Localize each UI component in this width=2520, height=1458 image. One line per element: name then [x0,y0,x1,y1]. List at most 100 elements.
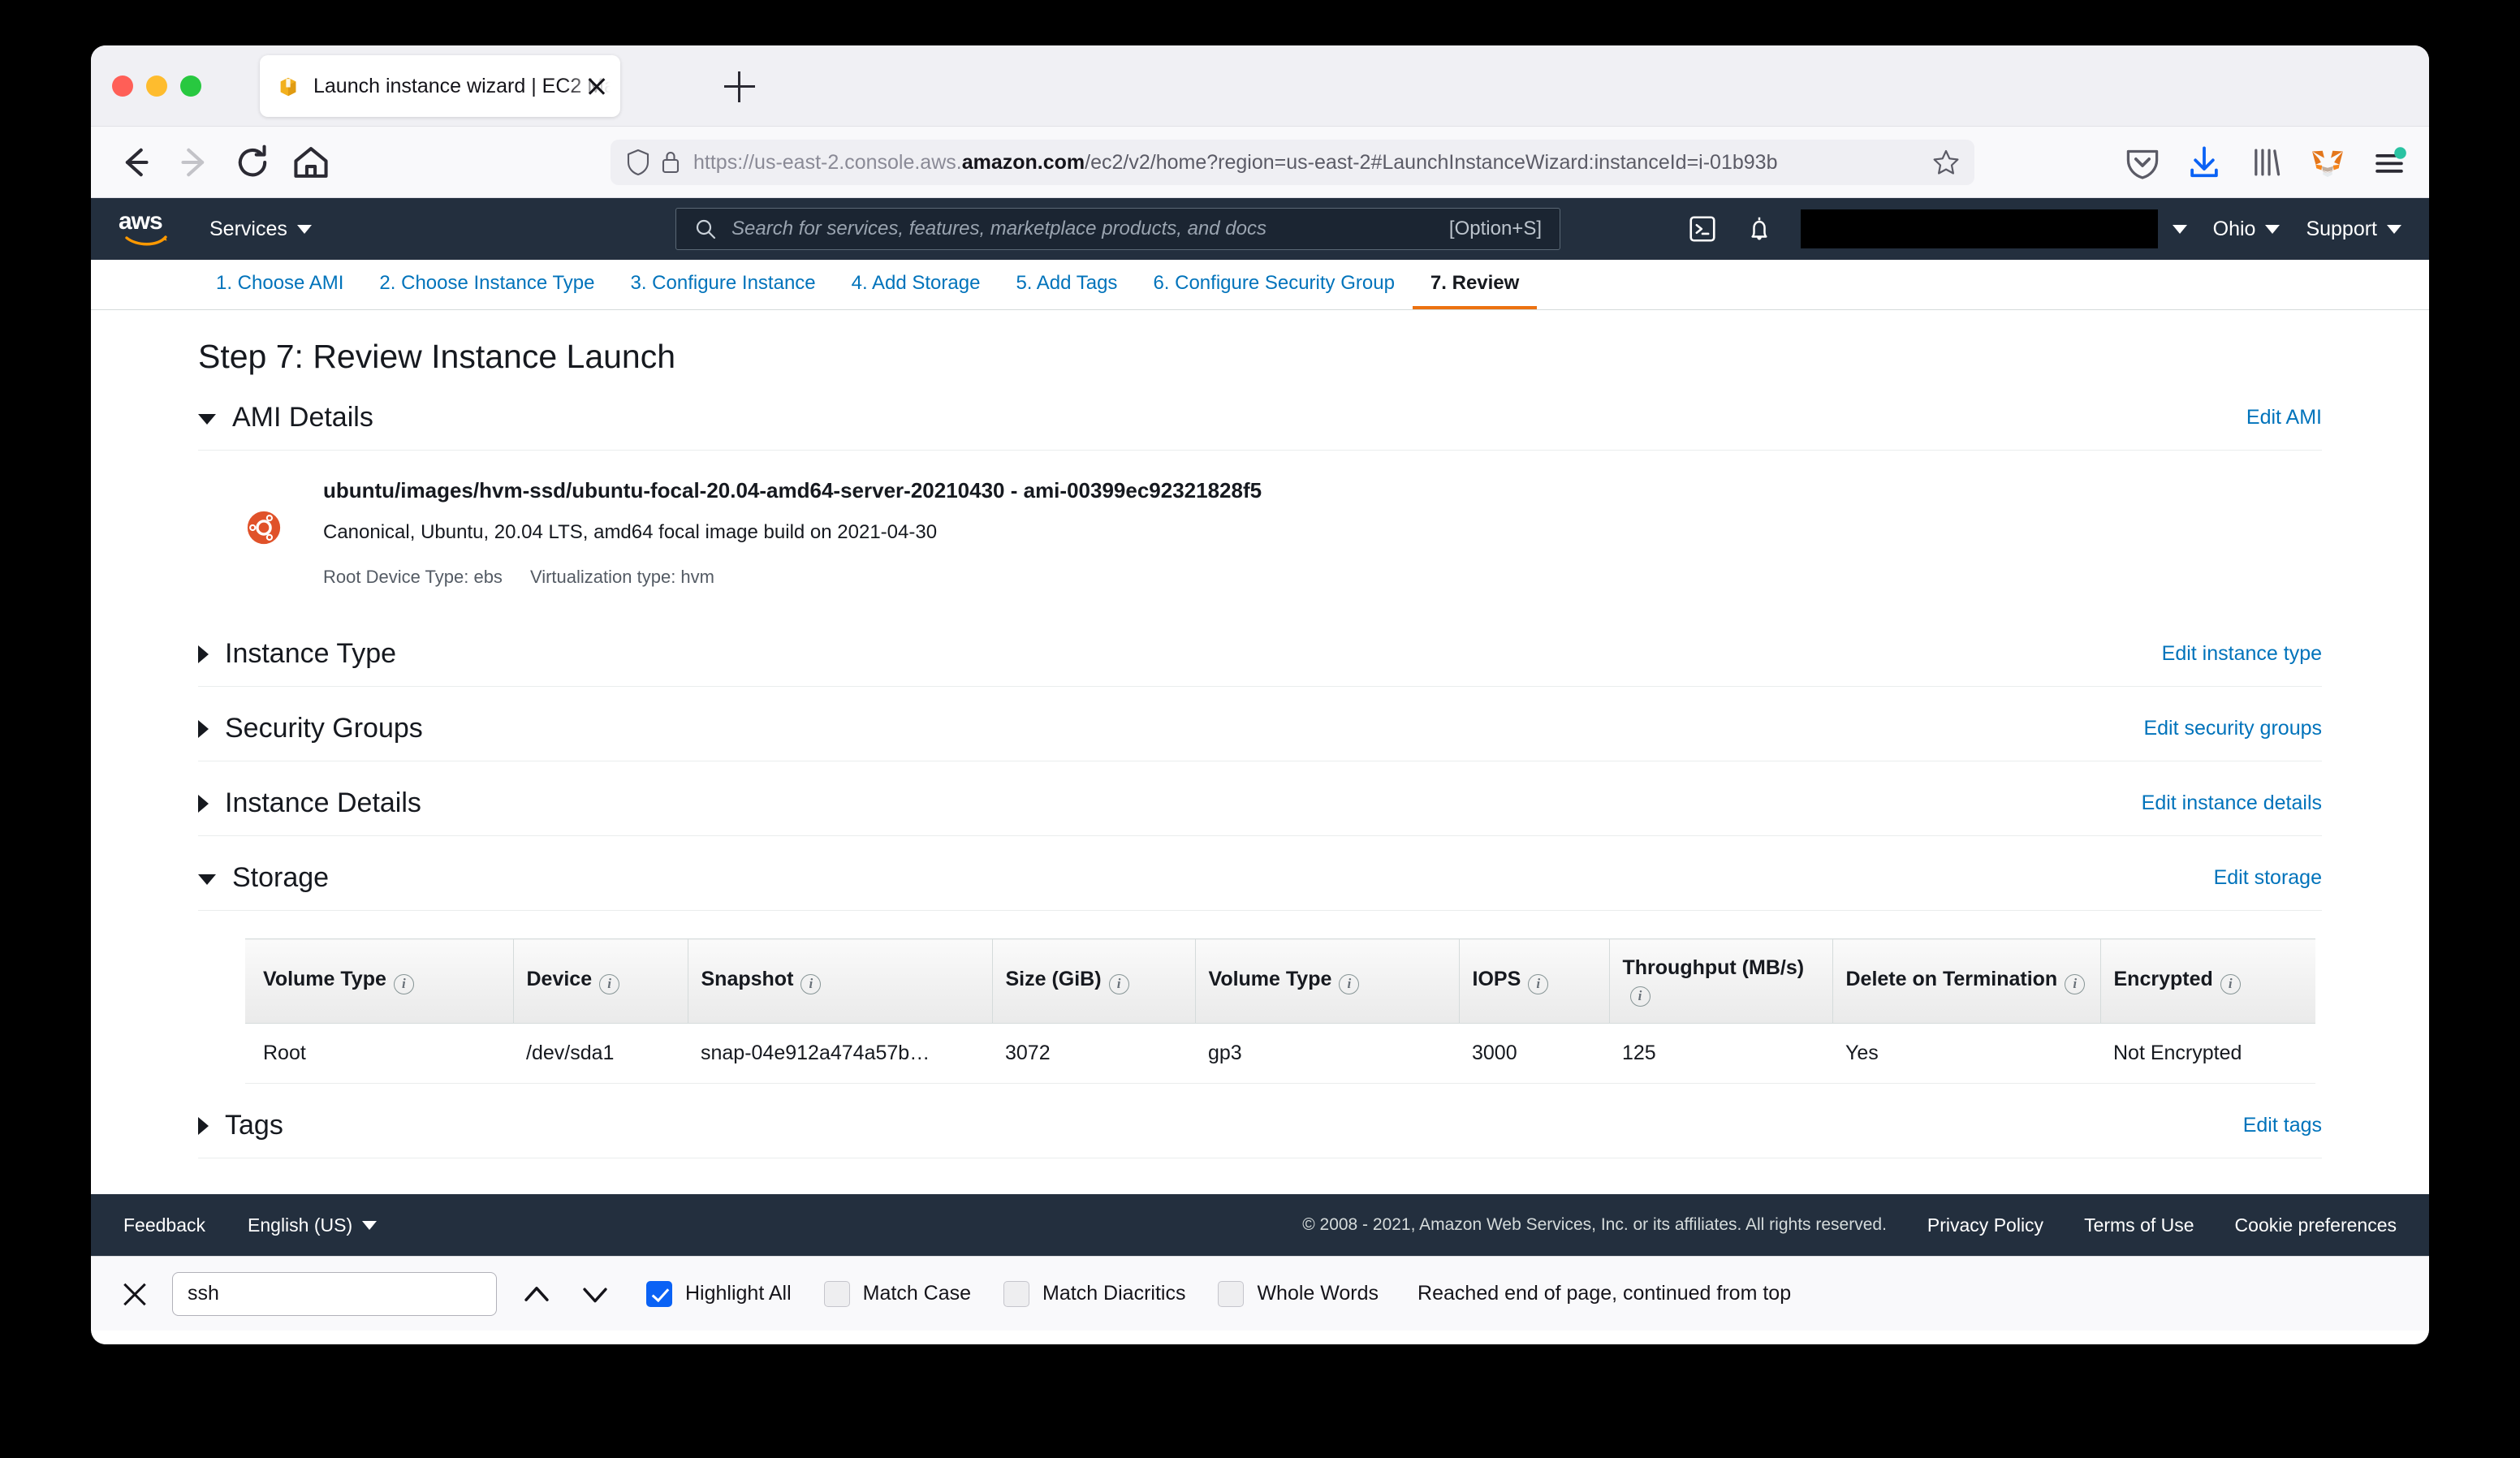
support-menu[interactable]: Support [2306,218,2401,241]
highlight-all-option[interactable]: Highlight All [646,1280,792,1307]
col-size[interactable]: Size (GiB) i [991,938,1195,1024]
wizard-step-1[interactable]: 1. Choose AMI [198,272,361,309]
info-icon[interactable]: i [1629,986,1651,1007]
window-maximize-button[interactable] [180,75,201,97]
section-header-instance-details[interactable]: Instance Details Edit instance details [198,771,2322,836]
section-header-tags[interactable]: Tags Edit tags [198,1094,2322,1158]
edit-storage-link[interactable]: Edit storage [2214,866,2322,890]
info-icon[interactable]: i [1339,974,1360,994]
address-bar[interactable]: https://us-east-2.console.aws.amazon.com… [611,140,1974,185]
match-case-option[interactable]: Match Case [823,1280,971,1307]
services-menu[interactable]: Services [209,218,312,241]
aws-logo[interactable]: aws [119,209,177,248]
chevron-down-icon[interactable] [198,874,216,885]
section-header-instance-type[interactable]: Instance Type Edit instance type [198,622,2322,687]
col-volume-type[interactable]: Volume Type i [245,938,513,1024]
wizard-steps: 1. Choose AMI 2. Choose Instance Type 3.… [91,260,2429,310]
find-status-text: Reached end of page, continued from top [1418,1282,1792,1305]
wizard-step-4[interactable]: 4. Add Storage [834,272,999,309]
info-icon[interactable]: i [599,974,620,994]
ami-virtualization-type: Virtualization type: hvm [529,567,714,587]
cookie-preferences-link[interactable]: Cookie preferences [2235,1214,2397,1236]
info-icon[interactable]: i [1528,974,1549,994]
col-snapshot[interactable]: Snapshot i [687,938,992,1024]
close-icon[interactable] [119,1278,151,1310]
close-tab-icon[interactable] [583,72,611,100]
window-minimize-button[interactable] [146,75,167,97]
whole-words-option[interactable]: Whole Words [1218,1280,1379,1307]
back-arrow-icon[interactable] [114,140,158,184]
account-name-redacted[interactable] [1800,209,2158,248]
section-header-security-groups[interactable]: Security Groups Edit security groups [198,697,2322,761]
star-icon[interactable] [1929,148,1963,177]
browser-tab[interactable]: Launch instance wizard | EC2 Ma [260,55,620,117]
window-close-button[interactable] [112,75,133,97]
library-icon[interactable] [2247,144,2285,181]
info-icon[interactable]: i [2065,974,2086,994]
new-tab-button[interactable] [724,71,755,102]
chevron-right-icon[interactable] [198,794,209,813]
wizard-step-6[interactable]: 6. Configure Security Group [1135,272,1412,309]
col-delete-on-termination[interactable]: Delete on Termination i [1832,938,2100,1024]
edit-instance-details-link[interactable]: Edit instance details [2142,792,2322,815]
match-case-checkbox[interactable] [823,1280,850,1307]
chevron-down-icon[interactable] [198,414,216,425]
cell-device: /dev/sda1 [513,1023,688,1084]
edit-tags-link[interactable]: Edit tags [2243,1114,2322,1137]
language-selector[interactable]: English (US) [248,1214,378,1236]
aws-footer: Feedback English (US) © 2008 - 2021, Ama… [91,1194,2429,1256]
info-icon[interactable]: i [393,974,414,994]
home-icon[interactable] [289,140,333,184]
lock-icon[interactable] [654,149,687,175]
page-title: Step 7: Review Instance Launch [198,338,676,375]
whole-words-checkbox[interactable] [1218,1280,1245,1307]
edit-ami-link[interactable]: Edit AMI [2246,406,2322,429]
chevron-right-icon[interactable] [198,1116,209,1135]
chevron-right-icon[interactable] [198,719,209,738]
ubuntu-icon [247,511,281,545]
chevron-down-icon[interactable] [576,1275,614,1313]
wizard-step-2[interactable]: 2. Choose Instance Type [361,272,612,309]
col-encrypted[interactable]: Encrypted i [2099,938,2315,1024]
section-title-security-groups: Security Groups [225,713,423,744]
col-throughput[interactable]: Throughput (MB/s)i [1608,938,1832,1024]
highlight-all-checkbox[interactable] [646,1280,672,1307]
section-header-storage[interactable]: Storage Edit storage [198,846,2322,911]
match-diacritics-checkbox[interactable] [1003,1280,1030,1307]
cell-delete-on-termination: Yes [1832,1023,2100,1084]
chevron-up-icon[interactable] [518,1275,555,1313]
chevron-right-icon[interactable] [198,645,209,663]
info-icon[interactable]: i [800,974,822,994]
privacy-policy-link[interactable]: Privacy Policy [1927,1214,2043,1236]
section-title-storage: Storage [232,862,330,893]
wizard-step-3[interactable]: 3. Configure Instance [613,272,834,309]
terms-of-use-link[interactable]: Terms of Use [2084,1214,2194,1236]
info-icon[interactable]: i [2220,974,2241,994]
find-input[interactable]: ssh [172,1271,497,1316]
match-diacritics-option[interactable]: Match Diacritics [1003,1280,1185,1307]
wizard-step-7[interactable]: 7. Review [1412,272,1538,309]
copyright-text: © 2008 - 2021, Amazon Web Services, Inc.… [1302,1215,1887,1234]
bell-icon[interactable] [1744,214,1775,244]
section-header-ami-details[interactable]: AMI Details Edit AMI [198,386,2322,451]
menu-icon[interactable] [2371,144,2408,181]
cloudshell-icon[interactable] [1687,214,1718,244]
reload-icon[interactable] [231,140,274,184]
feedback-link[interactable]: Feedback [123,1214,205,1236]
aws-search-input[interactable]: Search for services, features, marketpla… [675,208,1560,250]
col-device[interactable]: Device i [512,938,688,1024]
col-iops[interactable]: IOPS i [1458,938,1609,1024]
region-selector[interactable]: Ohio [2213,218,2281,241]
pocket-icon[interactable] [2124,144,2161,181]
wizard-step-5[interactable]: 5. Add Tags [998,272,1135,309]
edit-security-groups-link[interactable]: Edit security groups [2143,717,2322,740]
cell-throughput: 125 [1609,1023,1832,1084]
col-volume-type-2[interactable]: Volume Type i [1194,938,1459,1024]
chevron-down-icon[interactable] [2172,224,2187,234]
cell-volume-type: Root [245,1023,513,1084]
edit-instance-type-link[interactable]: Edit instance type [2162,642,2322,666]
metamask-icon[interactable] [2309,144,2346,181]
download-icon[interactable] [2186,144,2223,181]
info-icon[interactable]: i [1108,974,1129,994]
shield-icon[interactable] [622,149,654,176]
